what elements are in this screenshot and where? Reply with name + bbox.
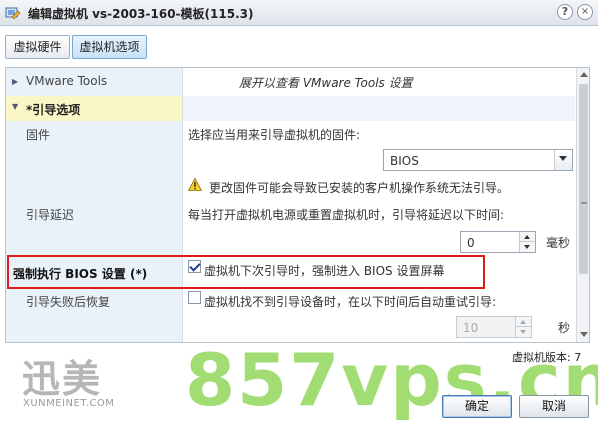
- ok-button[interactable]: 确定: [442, 395, 512, 418]
- tab-vm-options[interactable]: 虚拟机选项: [72, 35, 147, 59]
- firmware-select[interactable]: BIOS: [383, 149, 573, 171]
- firmware-prompt: 选择应当用来引导虚拟机的固件:: [188, 128, 361, 142]
- chevron-down-icon[interactable]: [554, 150, 572, 170]
- vm-edit-icon: [5, 7, 21, 20]
- vmware-tools-label[interactable]: VMware Tools: [26, 74, 107, 88]
- boot-delay-value[interactable]: 0: [467, 236, 475, 250]
- scroll-up-icon[interactable]: [580, 72, 588, 77]
- warning-icon: [188, 178, 202, 191]
- title-bar: 编辑虚拟机 vs-2003-160-模板(115.3) ? ×: [0, 0, 598, 26]
- firmware-warning-text: 更改固件可能会导致已安装的客户机操作系统无法引导。: [209, 181, 510, 195]
- boot-failure-label: 引导失败后恢复: [26, 295, 111, 309]
- boot-delay-unit: 毫秒: [546, 236, 571, 250]
- vmware-tools-value: 展开以查看 VMware Tools 设置: [239, 76, 413, 90]
- boot-options-header-fill: [183, 96, 575, 121]
- firmware-label: 固件: [26, 128, 51, 142]
- window-title: 编辑虚拟机 vs-2003-160-模板(115.3): [28, 7, 254, 21]
- stepper-down-icon[interactable]: [519, 242, 535, 252]
- highlight-box: [7, 255, 485, 289]
- firmware-select-value: BIOS: [390, 154, 419, 168]
- watermark-logo: 迅美 XUNMEINET.COM: [22, 348, 114, 409]
- scrollbar-thumb[interactable]: [579, 84, 588, 274]
- watermark-logo-url: XUNMEINET.COM: [23, 398, 115, 409]
- boot-delay-stepper[interactable]: 0: [460, 231, 536, 253]
- watermark-logo-text: 迅美: [22, 357, 103, 401]
- boot-delay-label: 引导延迟: [26, 208, 75, 222]
- collapse-arrow-icon[interactable]: ▼: [12, 102, 18, 111]
- expand-arrow-icon[interactable]: ▶: [12, 77, 18, 86]
- boot-failure-stepper: 10: [456, 316, 532, 338]
- help-icon[interactable]: ?: [557, 4, 573, 20]
- boot-failure-value: 10: [463, 321, 479, 335]
- boot-failure-unit: 秒: [558, 321, 571, 335]
- stepper-up-icon[interactable]: [519, 232, 535, 242]
- stepper-up-icon: [515, 317, 531, 327]
- boot-failure-checkbox-label[interactable]: 虚拟机找不到引导设备时，在以下时间后自动重试引导:: [204, 293, 496, 310]
- boot-options-label: *引导选项: [26, 103, 81, 117]
- options-panel: ▶ VMware Tools 展开以查看 VMware Tools 设置 ▼ *…: [5, 67, 590, 343]
- boot-delay-prompt: 每当打开虚拟机电源或重置虚拟机时，引导将延迟以下时间:: [188, 208, 505, 222]
- close-icon[interactable]: ×: [577, 4, 593, 20]
- tab-virtual-hardware[interactable]: 虚拟硬件: [5, 35, 70, 59]
- scroll-down-icon[interactable]: [580, 332, 588, 337]
- cancel-button[interactable]: 取消: [519, 395, 589, 418]
- stepper-down-icon: [515, 327, 531, 337]
- boot-failure-checkbox[interactable]: [188, 291, 201, 304]
- vertical-scrollbar[interactable]: [576, 68, 589, 342]
